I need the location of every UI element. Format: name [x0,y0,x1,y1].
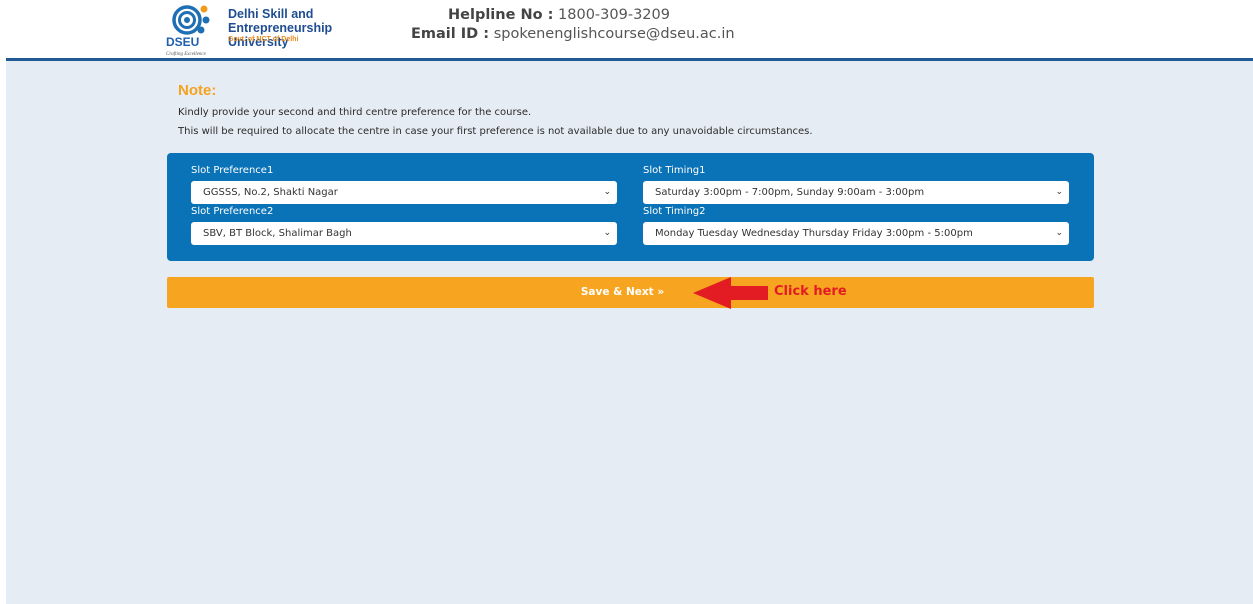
helpline-value: 1800-309-3209 [558,7,670,23]
email-label: Email ID : [411,26,490,42]
logo-tagline: Crafting Excellence [166,52,207,57]
save-next-button[interactable]: Save & Next » [167,277,1094,308]
slot-timing2-label: Slot Timing2 [643,206,706,217]
helpline: Helpline No : 1800-309-3209 [411,6,811,25]
govt-label: Govt. of NCT of Delhi [228,36,299,43]
slot-timing1-value: Saturday 3:00pm - 7:00pm, Sunday 9:00am … [655,187,925,198]
slot-timing1-select[interactable]: Saturday 3:00pm - 7:00pm, Sunday 9:00am … [643,181,1069,204]
chevron-down-icon: ⌄ [603,187,611,197]
click-here-callout: Click here [774,284,847,299]
email-value[interactable]: spokenenglishcourse@dseu.ac.in [494,26,735,42]
slot-preference-panel: Slot Preference1 GGSSS, No.2, Shakti Nag… [167,153,1094,261]
slot-preference1-label: Slot Preference1 [191,165,274,176]
save-next-label: Save & Next » [580,286,665,298]
university-name-line1: Delhi Skill and [228,7,314,21]
note-line-1: Kindly provide your second and third cen… [178,107,532,118]
main-content [6,61,1253,604]
slot-timing2-value: Monday Tuesday Wednesday Thursday Friday… [655,228,973,239]
slot-timing1-label: Slot Timing1 [643,165,706,176]
email: Email ID : spokenenglishcourse@dseu.ac.i… [411,25,811,44]
helpline-label: Helpline No : [448,7,554,23]
note-title: Note: [178,82,217,99]
slot-preference1-select[interactable]: GGSSS, No.2, Shakti Nagar ⌄ [191,181,617,204]
site-header: DSEU Crafting Excellence Delhi Skill and… [0,0,1253,60]
logo-abbr: DSEU [166,35,199,49]
slot-preference2-label: Slot Preference2 [191,206,274,217]
contact-info: Helpline No : 1800-309-3209 Email ID : s… [411,6,811,44]
dseu-logo-icon: DSEU Crafting Excellence [166,5,210,57]
chevron-down-icon: ⌄ [603,228,611,238]
chevron-down-icon: ⌄ [1055,187,1063,197]
slot-preference2-value: SBV, BT Block, Shalimar Bagh [203,228,352,239]
red-arrow-icon [693,277,768,309]
slot-preference2-select[interactable]: SBV, BT Block, Shalimar Bagh ⌄ [191,222,617,245]
dseu-logo[interactable]: DSEU Crafting Excellence Delhi Skill and… [165,3,395,57]
slot-preference1-value: GGSSS, No.2, Shakti Nagar [203,187,338,198]
slot-timing2-select[interactable]: Monday Tuesday Wednesday Thursday Friday… [643,222,1069,245]
university-name-line2: Entrepreneurship University [228,21,333,49]
chevron-down-icon: ⌄ [1055,228,1063,238]
note-line-2: This will be required to allocate the ce… [178,126,813,137]
